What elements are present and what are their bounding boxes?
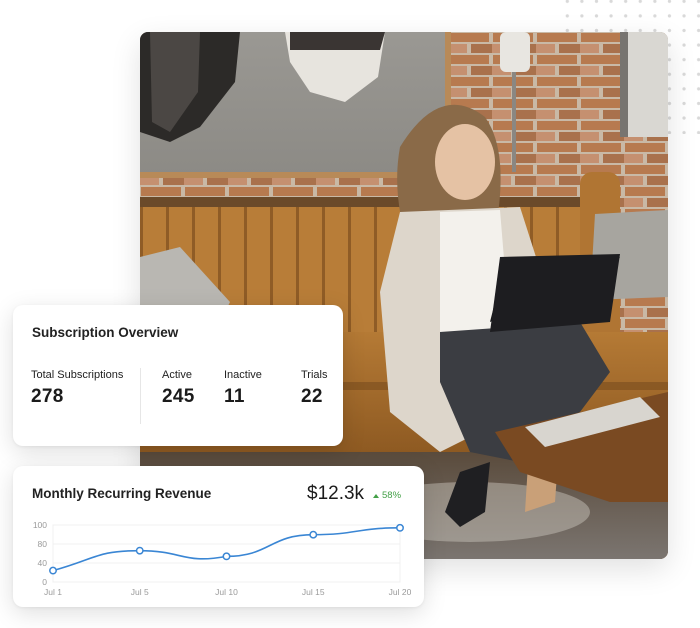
data-point	[135, 546, 144, 555]
stat-divider	[140, 368, 141, 424]
x-tick-label: Jul 20	[389, 587, 412, 597]
data-point	[49, 566, 57, 575]
data-point	[222, 552, 231, 561]
y-tick-label: 80	[38, 539, 48, 549]
mrr-value: $12.3k	[307, 483, 365, 504]
x-tick-label: Jul 1	[44, 587, 62, 597]
series-line-mrr	[52, 527, 401, 572]
data-point	[309, 530, 318, 539]
data-point	[396, 523, 404, 532]
mrr-change-badge: 58%	[373, 490, 401, 501]
stat-trials: Trials 22	[301, 369, 327, 408]
stat-label: Active	[162, 369, 192, 381]
stat-value: 11	[224, 386, 245, 407]
stat-value: 22	[301, 386, 323, 407]
arrow-up-icon	[373, 493, 379, 498]
y-tick-label: 100	[33, 520, 47, 530]
stat-label: Trials	[301, 369, 328, 381]
stat-value: 245	[162, 386, 195, 407]
y-tick-label: 0	[42, 577, 47, 587]
subscription-overview-card: Subscription Overview Total Subscription…	[13, 305, 343, 446]
stat-label: Inactive	[224, 369, 262, 381]
x-tick-label: Jul 5	[131, 587, 149, 597]
subscription-overview-title: Subscription Overview	[32, 325, 179, 340]
x-tick-label: Jul 15	[302, 587, 325, 597]
mrr-change-value: 58%	[382, 490, 402, 501]
stat-inactive: Inactive 11	[224, 369, 262, 408]
stat-total-subscriptions: Total Subscriptions 278	[31, 369, 123, 408]
stat-active: Active 245	[162, 369, 195, 408]
stat-label: Total Subscriptions	[31, 369, 124, 381]
y-tick-label: 40	[38, 558, 48, 568]
mrr-card: 0 40 80 100 Jul 1 Jul 5 Jul 10 Jul 15 Jul 20 Mon…	[13, 466, 424, 607]
x-tick-label: Jul 10	[215, 587, 238, 597]
stat-value: 278	[31, 386, 64, 407]
mrr-title: Monthly Recurring Revenue	[32, 486, 212, 501]
